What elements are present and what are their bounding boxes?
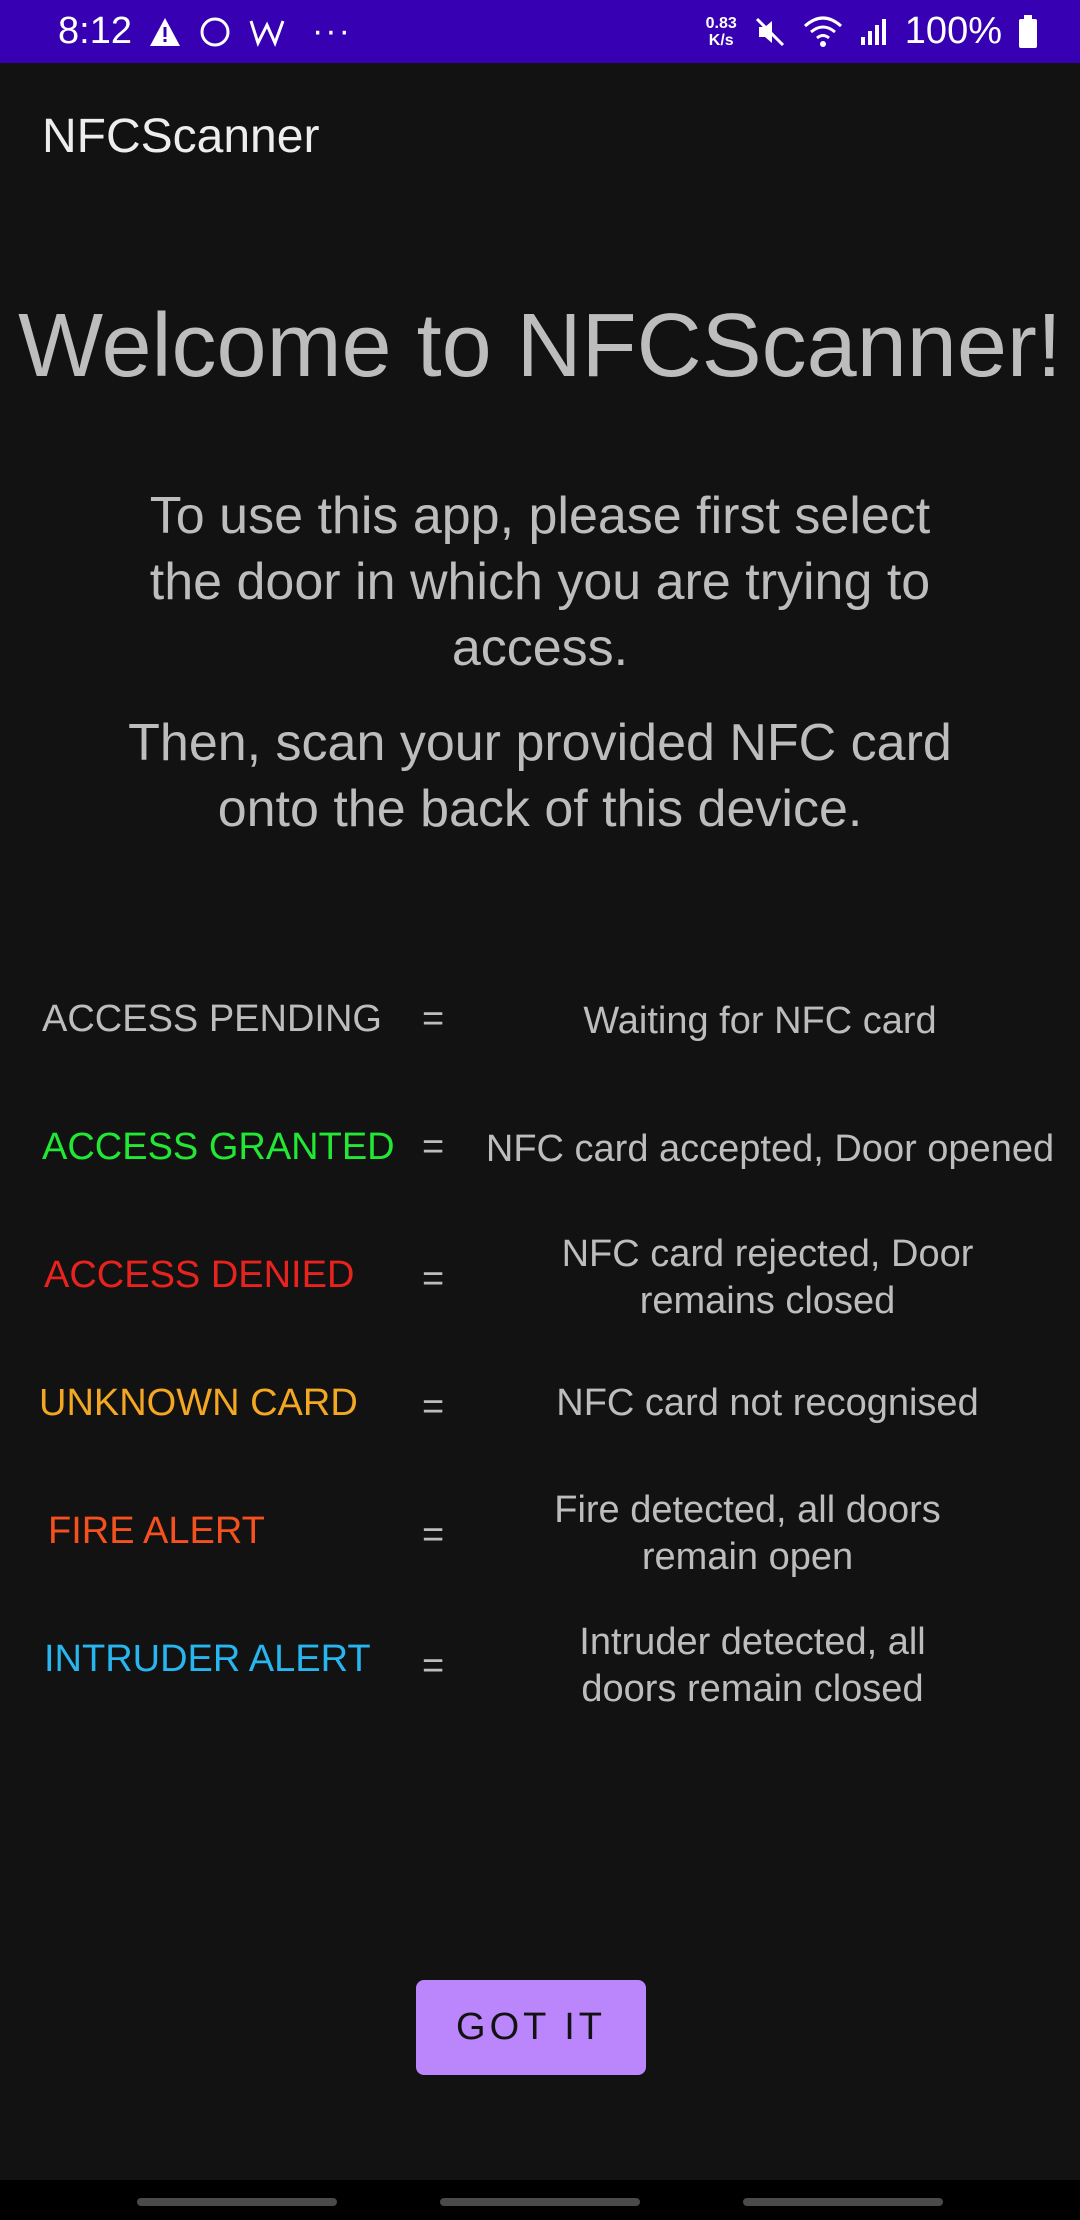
mute-icon [753, 15, 787, 49]
legend-equals: = [422, 1386, 445, 1428]
legend-row-fire-alert: FIRE ALERT = Fire detected, all doors re… [0, 1487, 1080, 1607]
network-speed-unit: K/s [708, 31, 734, 49]
status-description-fire-alert: Fire detected, all doors remain open [554, 1489, 941, 1578]
status-bar: 8:12 ··· 0.83 K/s 100% [0, 0, 1080, 63]
status-label-access-denied: ACCESS DENIED [44, 1254, 355, 1296]
w-app-icon [248, 17, 286, 47]
got-it-button[interactable]: GOT IT [416, 1980, 646, 2075]
more-notifications-indicator: ··· [311, 12, 352, 50]
legend-row-unknown-card: UNKNOWN CARD = NFC card not recognised [0, 1359, 1080, 1479]
status-label-access-pending: ACCESS PENDING [42, 998, 382, 1040]
status-label-access-granted: ACCESS GRANTED [42, 1126, 395, 1168]
status-bar-right: 0.83 K/s 100% [706, 10, 1038, 53]
legend-equals: = [422, 1126, 445, 1168]
navigation-bar [0, 2180, 1080, 2220]
warning-icon [148, 16, 182, 48]
app-bar: NFCScanner [0, 63, 1080, 213]
instruction-scan-card: Then, scan your provided NFC card onto t… [128, 714, 952, 838]
legend-equals: = [422, 1258, 445, 1300]
status-description-access-granted: NFC card accepted, Door opened [485, 1128, 1055, 1170]
nav-home-handle[interactable] [440, 2198, 640, 2206]
nav-recents-handle[interactable] [137, 2198, 337, 2206]
app-title: NFCScanner [42, 110, 320, 163]
status-label-fire-alert: FIRE ALERT [48, 1510, 265, 1552]
status-label-unknown-card: UNKNOWN CARD [39, 1382, 358, 1424]
status-bar-left: 8:12 ··· [58, 10, 352, 53]
network-speed-value: 0.83 [705, 14, 737, 32]
legend-equals: = [422, 1514, 445, 1556]
status-time: 8:12 [58, 10, 132, 52]
legend-row-intruder-alert: INTRUDER ALERT = Intruder detected, all … [0, 1615, 1080, 1735]
welcome-heading: Welcome to NFCScanner! [18, 296, 1062, 396]
legend-row-access-granted: ACCESS GRANTED = NFC card accepted, Door… [0, 1103, 1080, 1223]
status-label-intruder-alert: INTRUDER ALERT [44, 1638, 371, 1680]
status-description-access-denied: NFC card rejected, Door remains closed [561, 1233, 974, 1322]
legend-equals: = [422, 1645, 445, 1687]
legend-equals: = [422, 998, 445, 1040]
battery-percent: 100% [904, 10, 1002, 52]
status-description-unknown-card: NFC card not recognised [556, 1382, 979, 1424]
nav-back-handle[interactable] [743, 2198, 943, 2206]
legend-row-access-denied: ACCESS DENIED = NFC card rejected, Door … [0, 1231, 1080, 1351]
signal-icon [859, 17, 889, 47]
instruction-select-door: To use this app, please first select the… [149, 487, 931, 677]
status-description-intruder-alert: Intruder detected, all doors remain clos… [579, 1621, 926, 1710]
status-description-access-pending: Waiting for NFC card [583, 1000, 937, 1042]
circle-sync-icon [198, 15, 232, 49]
legend-row-access-pending: ACCESS PENDING = Waiting for NFC card [0, 975, 1080, 1095]
wifi-icon [803, 16, 843, 48]
battery-icon [1018, 14, 1038, 49]
network-speed: 0.83 K/s [706, 15, 737, 49]
